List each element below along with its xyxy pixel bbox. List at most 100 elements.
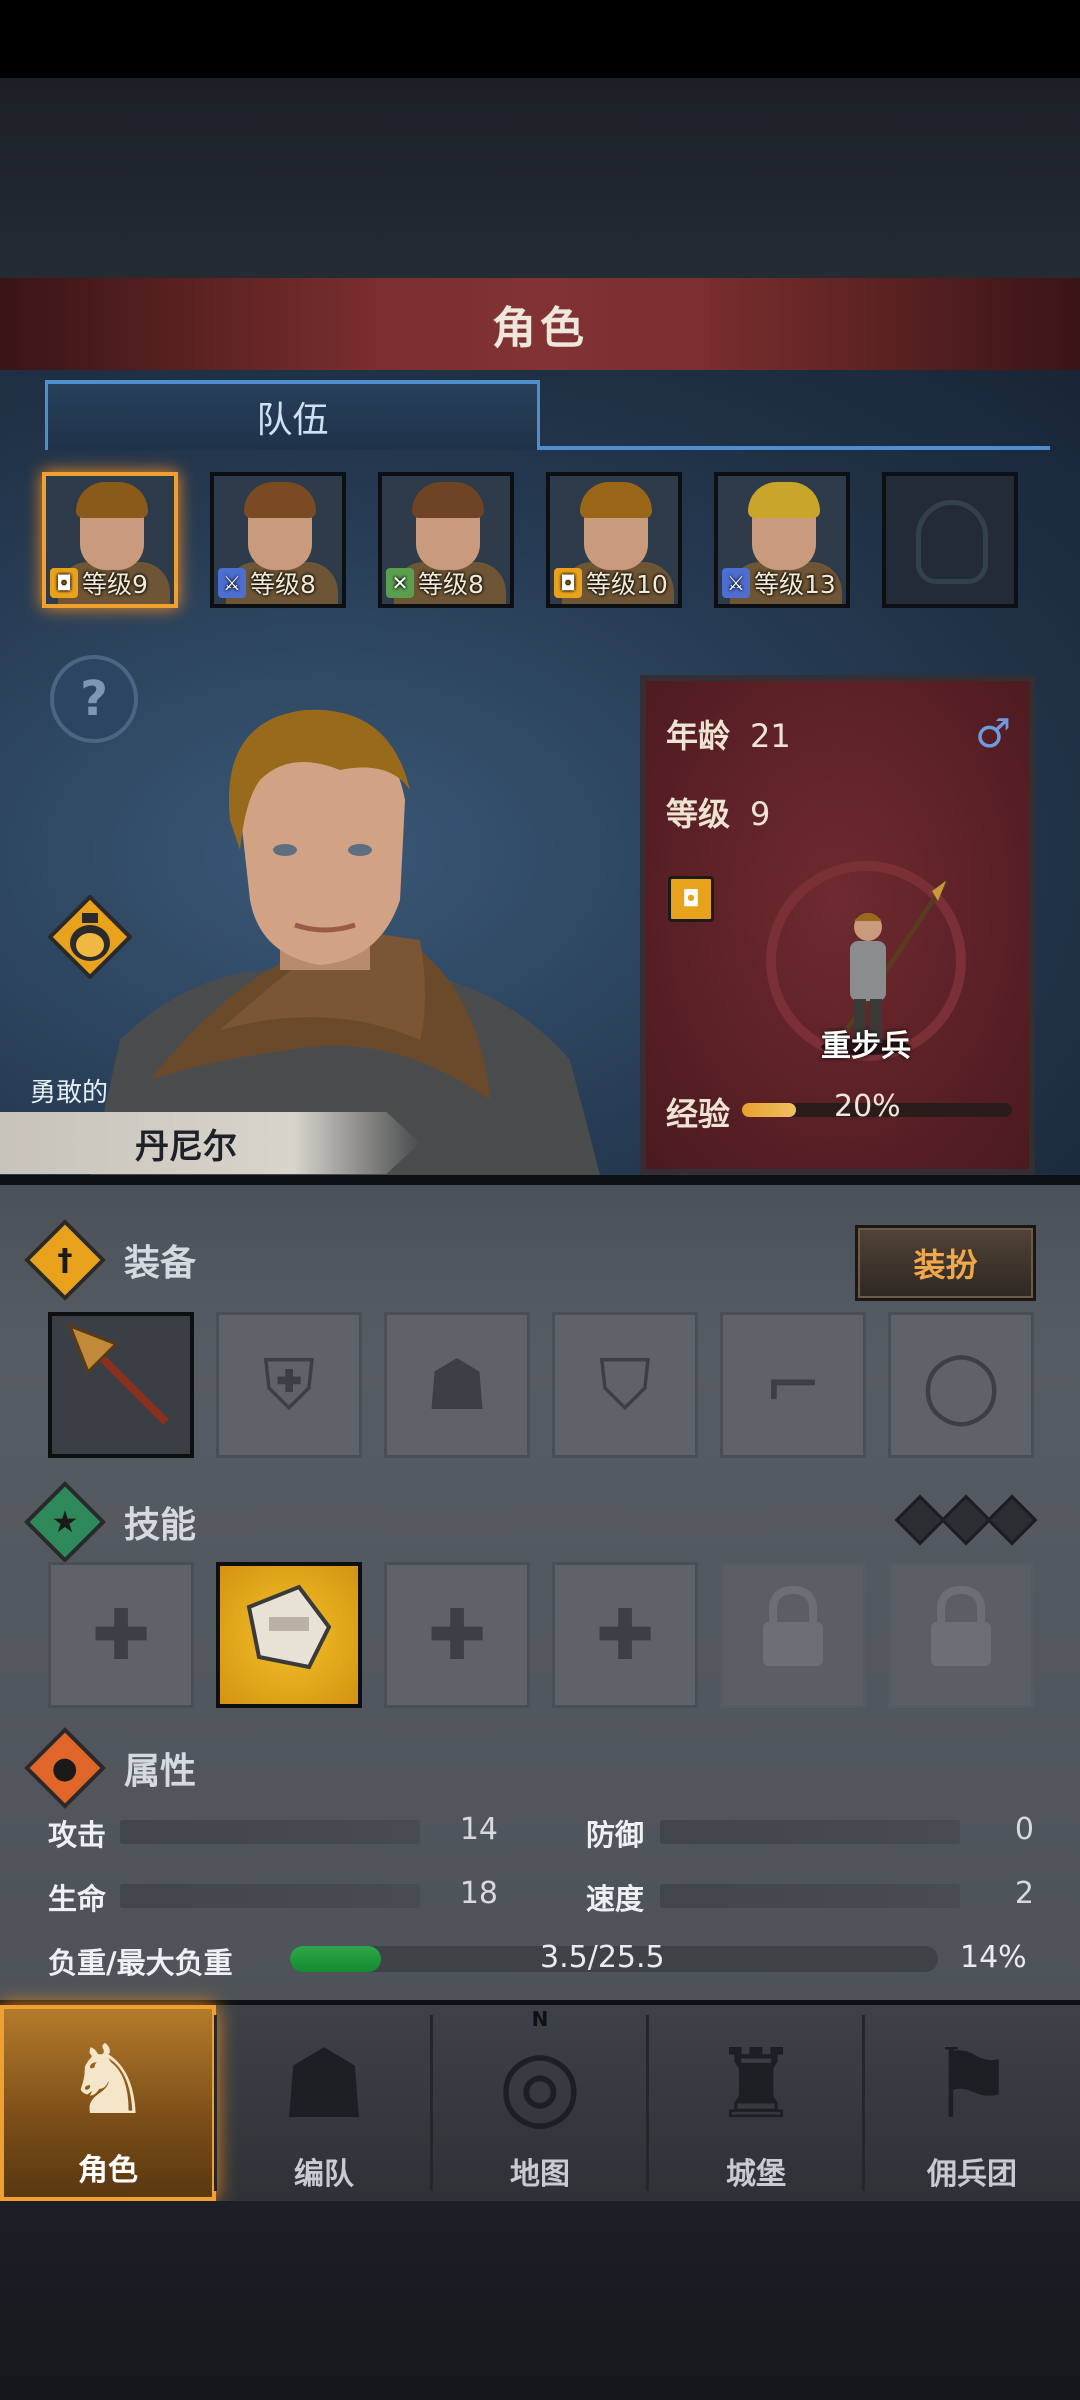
party-member-hair — [244, 482, 316, 518]
skill-slot-2[interactable] — [216, 1562, 362, 1708]
nav-separator — [646, 2015, 649, 2191]
nav-mercenary-flag[interactable]: ⚑ 佣兵团 — [864, 2005, 1080, 2201]
attack-value: 14 — [459, 1812, 498, 1847]
nav-knight[interactable]: ♞ 角色 — [0, 2005, 216, 2201]
armor-slot[interactable]: ⛉ — [552, 1312, 698, 1458]
dress-up-button[interactable]: 装扮 — [855, 1225, 1036, 1301]
boots-slot[interactable]: ⌐ — [720, 1312, 866, 1458]
person-icon: ● — [23, 1726, 107, 1810]
compass-map-icon: ◎ — [498, 2028, 582, 2140]
skill-slot-1[interactable]: ✚ — [48, 1562, 194, 1708]
helmet-slot[interactable]: ☗ — [384, 1312, 530, 1458]
age-value: 21 — [750, 717, 791, 755]
nav-label: 佣兵团 — [927, 2157, 1017, 2192]
party-slot-5[interactable]: ⚔ 等级13 — [714, 472, 850, 608]
attributes-header: ● 属性 — [23, 1726, 930, 1810]
load-value: 3.5/25.5 — [540, 1940, 665, 1975]
sword-icon: ⚔ — [722, 568, 750, 598]
skill-slot-5[interactable] — [720, 1562, 866, 1708]
hp-label: 生命 — [48, 1882, 107, 1916]
party-member-level: ⚔ 等级8 — [218, 564, 316, 602]
armor-icon: ⛉ — [598, 1343, 652, 1426]
age-label: 年龄 — [666, 717, 731, 755]
ring-slot[interactable]: ◯ — [888, 1312, 1034, 1458]
party-member-level-label: 等级8 — [418, 570, 484, 599]
skill-slot-3[interactable]: ✚ — [384, 1562, 530, 1708]
spear-icon — [56, 1312, 186, 1459]
tab-underline — [540, 446, 1050, 450]
party-member-hair — [76, 482, 148, 518]
shield-icon: ◘ — [50, 568, 78, 598]
nav-separator — [214, 2015, 217, 2191]
bottom-background — [0, 2201, 1080, 2400]
nav-label: 城堡 — [726, 2157, 786, 2192]
lock-icon — [921, 1582, 1001, 1689]
nav-castle[interactable]: ♜ 城堡 — [648, 2005, 864, 2201]
shield-icon: ⛨ — [262, 1343, 316, 1426]
top-background — [0, 78, 1080, 278]
attributes-title: 属性 — [124, 1751, 197, 1792]
bow-icon: ✕ — [386, 568, 414, 598]
party-member-level-label: 等级8 — [250, 570, 316, 599]
party-slot-3[interactable]: ✕ 等级8 — [378, 472, 514, 608]
defense-bar — [660, 1820, 960, 1844]
defense-value: 0 — [1014, 1812, 1034, 1847]
party-member-hair — [412, 482, 484, 518]
male-gender-icon: ♂ — [975, 711, 1011, 757]
hp-bar — [120, 1884, 420, 1908]
sword-icon: ⚔ — [218, 568, 246, 598]
star-icon: ★ — [23, 1480, 107, 1564]
speed-bar — [660, 1884, 960, 1908]
skill-slot-6[interactable] — [888, 1562, 1034, 1708]
character-name[interactable]: 丹尼尔 — [0, 1112, 420, 1174]
unit-class-label: 重步兵 — [821, 1029, 911, 1064]
nav-label: 编队 — [294, 2157, 354, 2192]
party-member-level: ◘ 等级10 — [554, 564, 668, 602]
helmet-icon: ☗ — [280, 2028, 368, 2140]
nav-compass-map[interactable]: N ◎ 地图 — [432, 2005, 648, 2201]
party-member-level-label: 等级10 — [586, 570, 668, 599]
exp-bar-fill — [742, 1103, 796, 1117]
skill-slot-4[interactable]: ✚ — [552, 1562, 698, 1708]
ring-icon: ◯ — [921, 1344, 1001, 1426]
equipment-header: † 装备 — [23, 1218, 930, 1302]
speed-value: 2 — [1014, 1876, 1034, 1911]
load-bar-fill — [290, 1946, 381, 1972]
equipment-header-band — [130, 1236, 830, 1284]
shield-slot[interactable]: ⛨ — [216, 1312, 362, 1458]
shield-icon: ◘ — [554, 568, 582, 598]
exp-label: 经验 — [666, 1095, 731, 1133]
level-value: 9 — [750, 795, 771, 833]
cross-icon: ✚ — [595, 1594, 655, 1676]
hp-value: 18 — [459, 1876, 498, 1911]
tab-bar: 队伍 — [45, 380, 1050, 450]
party-member-hair — [580, 482, 652, 518]
exp-percent: 20% — [834, 1089, 901, 1124]
level-label: 等级 — [666, 795, 731, 833]
screen-title: 角色 — [0, 278, 1080, 370]
party-member-level: ◘ 等级9 — [50, 564, 148, 602]
load-label: 负重/最大负重 — [48, 1946, 233, 1980]
cross-icon: † — [23, 1218, 107, 1302]
equipment-title: 装备 — [124, 1243, 197, 1284]
party-slot-6[interactable] — [882, 472, 1018, 608]
bottom-nav: ♞ 角色 ☗ 编队 N ◎ 地图 ♜ 城堡 ⚑ 佣兵团 — [0, 2005, 1080, 2201]
level-row: 等级 9 — [666, 789, 770, 835]
spear-slot[interactable] — [48, 1312, 194, 1458]
nav-helmet[interactable]: ☗ 编队 — [216, 2005, 432, 2201]
attack-label: 攻击 — [48, 1818, 107, 1852]
party-member-level-label: 等级13 — [754, 570, 836, 599]
skills-header-band — [130, 1498, 830, 1546]
helmet-placeholder-icon — [916, 500, 988, 584]
party-slot-2[interactable]: ⚔ 等级8 — [210, 472, 346, 608]
party-member-hair — [748, 482, 820, 518]
tab-team[interactable]: 队伍 — [45, 380, 540, 450]
compass-north-label: N — [531, 2007, 549, 2031]
stats-banner: 年龄 21 ♂ 等级 9 ◘ 重步兵 经验 20% — [640, 675, 1035, 1175]
cross-icon: ✚ — [427, 1594, 487, 1676]
age-row: 年龄 21 — [666, 711, 791, 757]
character-title: 勇敢的 — [30, 1077, 109, 1108]
party-slot-4[interactable]: ◘ 等级10 — [546, 472, 682, 608]
party-slot-1[interactable]: ◘ 等级9 — [42, 472, 178, 608]
party-member-level: ✕ 等级8 — [386, 564, 484, 602]
